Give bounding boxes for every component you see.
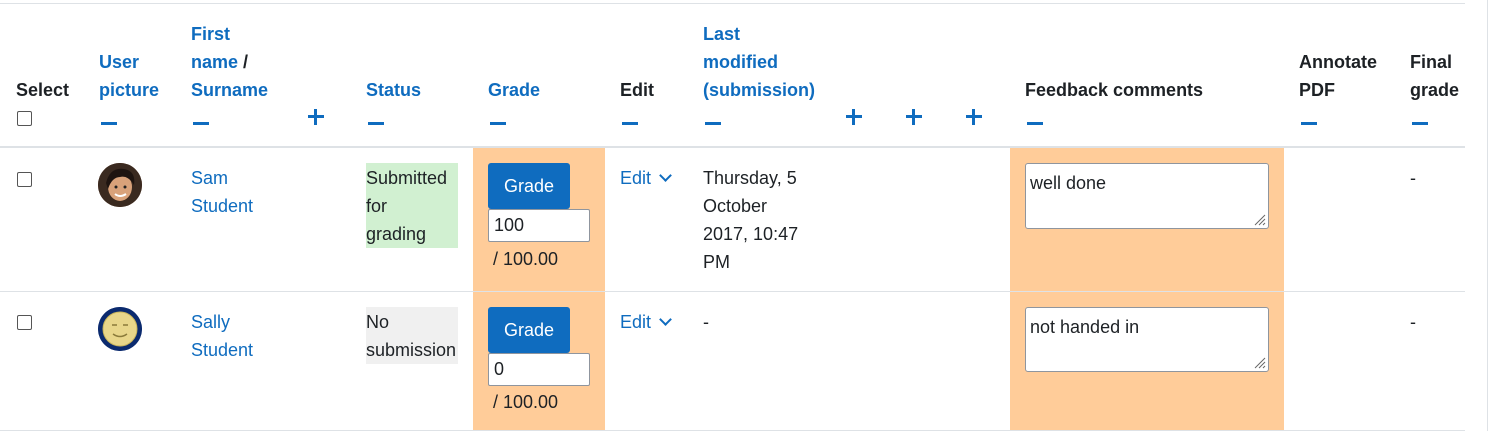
grade-input[interactable]: 100 — [488, 209, 590, 242]
smiley-avatar-icon — [98, 307, 142, 351]
final-grade-value: - — [1410, 312, 1416, 332]
last-modified-line1: - — [703, 312, 709, 332]
status-text-line1: No — [366, 312, 390, 332]
expand-column-plus-icon-4[interactable] — [966, 109, 982, 125]
header-user-picture-line2[interactable]: picture — [99, 76, 159, 104]
header-last-modified-line3[interactable]: (submission) — [703, 76, 815, 104]
header-last-modified-line2[interactable]: modified — [703, 48, 778, 76]
grade-max: / 100.00 — [493, 249, 559, 269]
header-final-grade-line2: grade — [1410, 80, 1460, 100]
header-first-name-line2[interactable]: name — [191, 52, 238, 72]
feedback-comment-textarea[interactable]: not handed in — [1025, 307, 1269, 372]
edit-menu[interactable]: Edit — [620, 164, 672, 192]
header-last-modified-line1[interactable]: Last — [703, 20, 740, 48]
final-grade-value: - — [1410, 168, 1416, 188]
select-all-checkbox[interactable] — [17, 111, 32, 126]
feedback-comment-text: not handed in — [1030, 317, 1140, 337]
status-text-line3: grading — [366, 224, 427, 244]
grade-max: / 100.00 — [493, 392, 559, 412]
row-select-checkbox[interactable] — [17, 172, 32, 187]
header-annotate-pdf-line1: Annotate — [1299, 52, 1377, 72]
chevron-down-icon — [659, 313, 672, 326]
collapse-last-modified-icon[interactable] — [705, 108, 721, 128]
row-select-checkbox[interactable] — [17, 315, 32, 330]
header-grade[interactable]: Grade — [488, 76, 540, 104]
header-select: Select — [16, 80, 70, 100]
user-photo-icon — [98, 163, 142, 207]
page-right-border — [1487, 0, 1488, 431]
edit-menu-label: Edit — [620, 312, 652, 332]
grade-button[interactable]: Grade — [488, 163, 570, 209]
user-first-name-link[interactable]: Sam — [191, 164, 228, 192]
header-status[interactable]: Status — [366, 76, 421, 104]
grade-input[interactable]: 0 — [488, 353, 590, 386]
avatar[interactable] — [98, 307, 142, 351]
avatar[interactable] — [98, 163, 142, 207]
feedback-comment-text: well done — [1030, 173, 1107, 193]
collapse-grade-icon[interactable] — [490, 108, 506, 128]
resize-handle-icon[interactable] — [1252, 212, 1266, 226]
edit-menu-label: Edit — [620, 168, 652, 188]
expand-column-plus-icon-2[interactable] — [846, 109, 862, 125]
collapse-final-grade-icon[interactable] — [1412, 108, 1428, 128]
last-modified-line3: 2017, 10:47 — [703, 224, 799, 244]
feedback-comment-textarea[interactable]: well done — [1025, 163, 1269, 229]
resize-handle-icon[interactable] — [1252, 355, 1266, 369]
header-name-line: name / — [191, 48, 248, 76]
header-surname[interactable]: Surname — [191, 76, 268, 104]
header-edit: Edit — [620, 80, 654, 100]
grade-button[interactable]: Grade — [488, 307, 570, 353]
expand-column-plus-icon[interactable] — [308, 109, 324, 125]
collapse-name-icon[interactable] — [193, 108, 209, 128]
collapse-annotate-icon[interactable] — [1301, 108, 1317, 128]
header-first-name-line1[interactable]: First — [191, 20, 230, 48]
collapse-user-picture-icon[interactable] — [101, 108, 117, 128]
header-feedback-comments: Feedback comments — [1025, 80, 1204, 100]
row-divider — [0, 291, 1465, 292]
header-slash: / — [243, 52, 249, 72]
collapse-feedback-icon[interactable] — [1027, 108, 1043, 128]
header-final-grade-line1: Final — [1410, 52, 1453, 72]
last-modified-line2: October — [703, 196, 768, 216]
collapse-status-icon[interactable] — [368, 108, 384, 128]
last-modified-line4: PM — [703, 252, 730, 272]
header-bottom-border — [0, 146, 1465, 148]
collapse-edit-icon[interactable] — [622, 108, 638, 128]
user-first-name-link[interactable]: Sally — [191, 308, 230, 336]
table-top-border — [0, 3, 1465, 4]
edit-menu[interactable]: Edit — [620, 308, 672, 336]
chevron-down-icon — [659, 169, 672, 182]
status-text-line1: Submitted — [366, 168, 448, 188]
status-text-line2: for — [366, 196, 388, 216]
user-last-name-link[interactable]: Student — [191, 336, 253, 364]
expand-column-plus-icon-3[interactable] — [906, 109, 922, 125]
header-annotate-pdf-line2: PDF — [1299, 80, 1335, 100]
status-text-line2: submission — [366, 340, 457, 360]
user-last-name-link[interactable]: Student — [191, 192, 253, 220]
header-user-picture-line1[interactable]: User — [99, 48, 139, 76]
last-modified-line1: Thursday, 5 — [703, 168, 797, 188]
